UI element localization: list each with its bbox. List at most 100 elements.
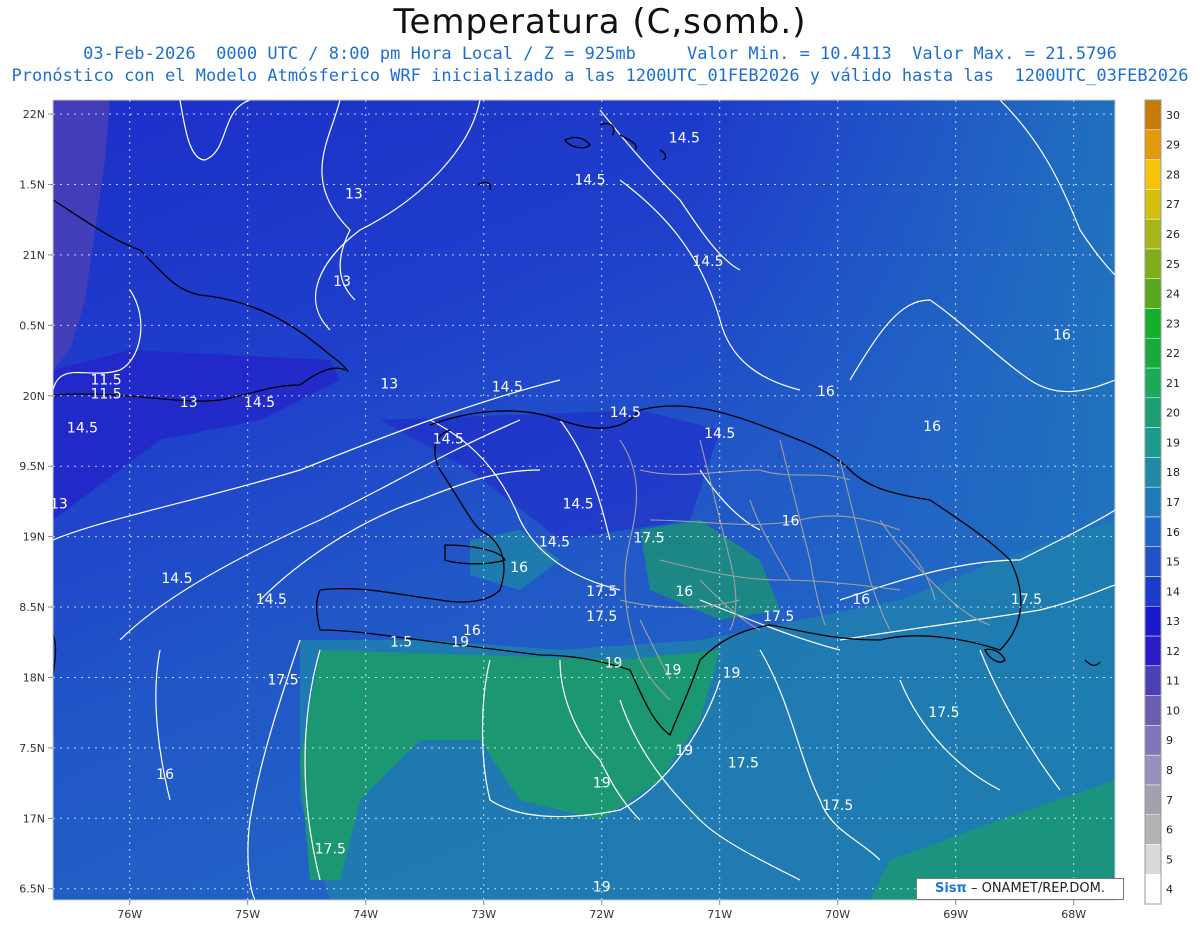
lat-tick-label: 0.5N [19,319,45,332]
contour-label: 17.5 [315,842,346,858]
contour-label: 17.5 [728,756,759,772]
contour-label: 17.5 [928,705,959,721]
contour-label: 19 [593,880,611,896]
contour-label: 16 [782,513,800,529]
contour-label: 16 [675,584,693,600]
contour-label: 16 [923,419,941,435]
colorbar-cell [1144,516,1162,547]
colorbar-label: 30 [1166,109,1180,122]
colorbar-cell [1144,605,1162,637]
colorbar-label: 16 [1166,526,1180,539]
contour-label: 16 [817,384,835,400]
credit-text: – ONAMET/REP.DOM. [970,881,1105,896]
lon-tick-label: 72W [589,908,614,921]
temperature-map: 14.514.51314.5131611.5 1311.513 14.514.5 16… [19,99,1180,921]
colorbar-cell [1144,695,1162,726]
contour-label: 16 [852,592,870,608]
contour-label: 17.5 [822,798,853,814]
contour-label: 14.5 [669,130,700,146]
colorbar-label: 9 [1166,734,1173,747]
colorbar-label: 26 [1166,228,1180,241]
contour-label: 14.5 [610,405,641,421]
lon-tick-label: 71W [707,908,732,921]
lat-tick-label: 17N [23,812,45,825]
contour-label: 14.5 [67,420,98,436]
colorbar-label: 22 [1166,347,1180,360]
colorbar-label: 20 [1166,407,1180,420]
lat-tick-label: 7.5N [19,742,45,755]
colorbar-label: 4 [1166,883,1173,896]
colorbar: 4 5 6 7 8 9 10 11 12 13 14 15 16 17 18 19 20 21 22 23 24 25 26… [1144,99,1180,905]
colorbar-label: 11 [1166,675,1180,688]
contour-label: 14.5 [256,592,287,608]
colorbar-cell [1144,784,1162,815]
colorbar-label: 28 [1166,168,1180,181]
contour-label: 14.5 [563,496,594,512]
colorbar-cell [1144,308,1162,339]
colorbar-label: 7 [1166,794,1173,807]
contour-label: 17.5 [763,609,794,625]
lat-tick-label: 9.5N [19,460,45,473]
colorbar-cell [1144,427,1162,458]
colorbar-cell [1144,814,1162,845]
lon-tick-label: 76W [117,908,142,921]
colorbar-cell [1144,754,1162,786]
contour-label: 14.5 [692,254,723,270]
colorbar-label: 21 [1166,377,1180,390]
contour-label: 11.5 [91,387,122,403]
colorbar-label: 15 [1166,556,1180,569]
colorbar-cell [1144,337,1162,369]
colorbar-cell [1144,278,1162,309]
contour-label: 17.5 [1011,592,1042,608]
lon-tick-label: 74W [353,908,378,921]
colorbar-cell [1144,665,1162,696]
colorbar-label: 29 [1166,139,1180,152]
lon-tick-label: 68W [1061,908,1086,921]
colorbar-cell [1144,635,1162,667]
sispi-logo: Sisπ [934,881,967,896]
colorbar-cell [1144,725,1162,756]
contour-label: 13 [345,187,363,203]
contour-label: 19 [605,656,623,672]
colorbar-cell [1144,457,1162,488]
colorbar-label: 25 [1166,258,1180,271]
contour-label: 13 [380,377,398,393]
lat-tick-label: 19N [23,531,45,544]
contour-label: 17.5 [633,530,664,546]
contour-label: 19 [723,665,741,681]
contour-label: 16 [1053,327,1071,343]
colorbar-cell [1144,159,1162,190]
contour-label: 19 [664,663,682,679]
colorbar-label: 5 [1166,853,1173,866]
contour-label: 19 [675,743,693,759]
lat-tick-label: 22N [23,108,45,121]
colorbar-cell [1144,189,1162,220]
contour-label: 14.5 [161,571,192,587]
colorbar-cell [1144,844,1162,875]
contour-label: 14.5 [244,395,275,411]
colorbar-label: 19 [1166,436,1180,449]
lon-tick-label: 73W [471,908,496,921]
colorbar-cell [1144,218,1162,250]
lat-tick-label: 8.5N [19,601,45,614]
contour-label: 14.5 [433,432,464,448]
credit-box: Sisπ – ONAMET/REP.DOM. [916,878,1124,900]
colorbar-label: 14 [1166,585,1180,598]
contour-label: 1.5 [390,634,412,650]
colorbar-label: 23 [1166,317,1180,330]
colorbar-cell [1144,367,1162,399]
contour-label: 14.5 [574,173,605,189]
colorbar-label: 12 [1166,645,1180,658]
lat-tick-label: 1.5N [19,179,45,192]
colorbar-cell [1144,486,1162,518]
contour-label: 16 [510,560,528,576]
colorbar-cell [1144,576,1162,607]
colorbar-label: 24 [1166,288,1180,301]
contour-label: 14.5 [539,534,570,550]
lat-tick-label: 20N [23,390,45,403]
lat-tick-label: 18N [23,671,45,684]
colorbar-label: 17 [1166,496,1180,509]
lon-tick-label: 69W [943,908,968,921]
colorbar-cell [1144,129,1162,160]
colorbar-label: 13 [1166,615,1180,628]
